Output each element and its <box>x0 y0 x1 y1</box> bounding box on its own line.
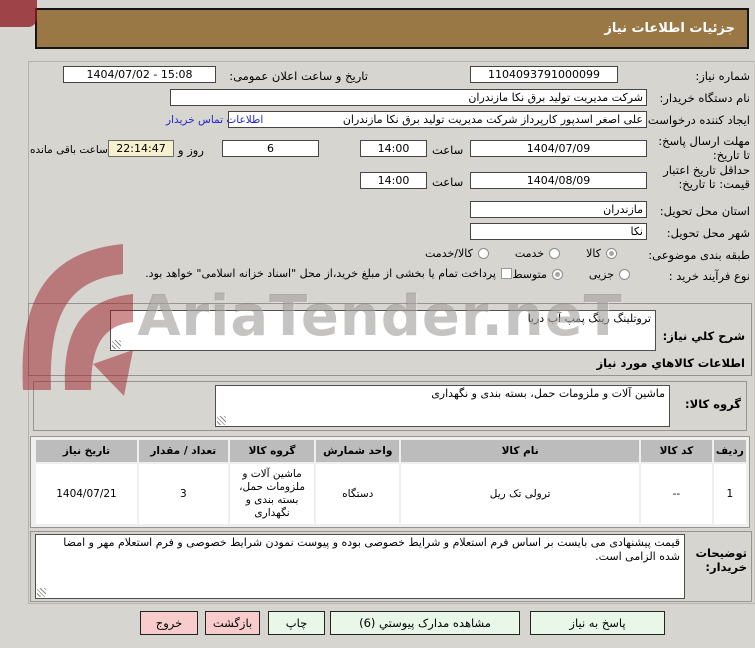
col-item-name: نام کالا <box>401 440 640 462</box>
radio-goods-label: کالا <box>586 247 601 260</box>
classification-option-service: خدمت <box>514 247 561 260</box>
radio-medium[interactable] <box>551 269 563 280</box>
process-type-label: نوع فرآیند خرید : <box>668 269 750 283</box>
col-quantity: تعداد / مقدار <box>138 440 228 462</box>
radio-minor-label: جزیی <box>588 268 614 281</box>
goods-table: ردیف کد کالا نام کالا واحد شمارش گروه کا… <box>34 438 748 526</box>
reply-deadline-date-field[interactable]: 1404/07/09 <box>470 140 647 157</box>
remaining-time-badge: 22:14:47 <box>108 140 174 157</box>
public-announce-label: تاریخ و ساعت اعلان عمومی: <box>229 69 368 83</box>
classification-option-goods-service: کالا/خدمت <box>425 247 489 260</box>
buyer-org-label: نام دستگاه خریدار: <box>659 91 750 105</box>
city-field[interactable]: نکا <box>470 223 647 240</box>
page-title: جزئیات اطلاعات نیاز <box>35 8 749 49</box>
process-option-medium: متوسط <box>512 268 563 281</box>
goods-section-title: اطلاعات کالاهاي مورد نیاز <box>596 356 745 370</box>
price-validity-time-label: ساعت <box>432 175 464 189</box>
need-description-textarea[interactable]: تروتلینگ رینگ پمپ آب دریا <box>110 310 656 351</box>
cell-unit: دستگاه <box>316 464 400 524</box>
buyer-notes-textarea[interactable]: قیمت پیشنهادی می بایست بر اساس فرم استعل… <box>35 534 685 599</box>
classification-label: طبقه بندی موضوعی: <box>648 248 750 262</box>
print-button[interactable]: چاپ <box>268 611 325 635</box>
price-validity-date-field[interactable]: 1404/08/09 <box>470 172 647 189</box>
goods-group-value: ماشین آلات و ملزومات حمل، بسته بندی و نگ… <box>431 387 665 400</box>
price-validity-time-field[interactable]: 14:00 <box>360 172 427 189</box>
request-creator-label: ایجاد کننده درخواست: <box>644 113 750 127</box>
cell-item-group: ماشین آلات و ملزومات حمل، بسته بندی و نگ… <box>229 464 315 524</box>
back-button[interactable]: بازگشت <box>205 611 260 635</box>
radio-minor[interactable] <box>619 269 630 280</box>
resize-grip-icon[interactable] <box>37 588 46 597</box>
col-need-date: تاریخ نیاز <box>36 440 137 462</box>
radio-goods-service[interactable] <box>477 248 489 259</box>
goods-table-container: ردیف کد کالا نام کالا واحد شمارش گروه کا… <box>30 436 750 528</box>
request-creator-field[interactable]: علی اصغر اسدپور کارپرداز شرکت مدیریت تول… <box>228 111 647 128</box>
col-item-code: کد کالا <box>641 440 712 462</box>
table-row: 1 -- ترولی تک ریل دستگاه ماشین آلات و مل… <box>36 464 746 524</box>
need-details-page: AriaTender.neT جزئیات اطلاعات نیاز شماره… <box>0 0 755 648</box>
public-announce-field[interactable]: 1404/07/02 - 15:08 <box>63 66 216 83</box>
radio-service[interactable] <box>549 248 561 259</box>
watermark-logo-corner <box>0 0 37 27</box>
cell-quantity: 3 <box>138 464 228 524</box>
province-field[interactable]: مازندران <box>470 201 647 218</box>
cell-item-name: ترولی تک ریل <box>401 464 640 524</box>
buyer-contact-link[interactable]: اطلاعات تماس خریدار <box>166 114 263 126</box>
classification-option-goods: کالا <box>586 247 617 260</box>
goods-table-header-row: ردیف کد کالا نام کالا واحد شمارش گروه کا… <box>36 440 746 462</box>
buyer-org-field[interactable]: شرکت مدیریت تولید برق نکا مازندران <box>170 89 647 106</box>
cell-row-number: 1 <box>713 464 746 524</box>
need-number-label: شماره نیاز: <box>695 69 750 83</box>
reply-to-need-button[interactable]: پاسخ به نیاز <box>530 611 665 635</box>
view-attachments-button[interactable]: مشاهده مدارک پیوستي (6) <box>330 611 520 635</box>
radio-goods-service-label: کالا/خدمت <box>425 247 473 260</box>
remaining-time-label: ساعت باقی مانده <box>30 144 108 156</box>
reply-deadline-time-label: ساعت <box>432 143 464 157</box>
treasury-checkbox-label: پرداخت تمام یا بخشی از مبلغ خرید،از محل … <box>145 267 496 280</box>
reply-deadline-label: مهلت ارسال پاسخ: تا تاریخ: <box>658 134 750 162</box>
radio-medium-label: متوسط <box>512 268 547 281</box>
price-validity-label: حداقل تاریخ اعتبار قیمت: تا تاریخ: <box>663 163 750 191</box>
need-description-label: شرح كلي نياز: <box>662 329 745 343</box>
exit-button[interactable]: خروج <box>140 611 198 635</box>
treasury-checkbox[interactable] <box>501 268 512 279</box>
cell-need-date: 1404/07/21 <box>36 464 137 524</box>
buyer-notes-value: قیمت پیشنهادی می بایست بر اساس فرم استعل… <box>63 536 680 563</box>
city-label: شهر محل تحویل: <box>666 226 750 240</box>
need-description-value: تروتلینگ رینگ پمپ آب دریا <box>527 312 651 325</box>
reply-deadline-time-field[interactable]: 14:00 <box>360 140 427 157</box>
goods-group-textarea[interactable]: ماشین آلات و ملزومات حمل، بسته بندی و نگ… <box>215 385 670 427</box>
goods-group-label: گروه کالا: <box>685 397 741 411</box>
process-type-options: جزیی متوسط <box>512 268 630 281</box>
radio-service-label: خدمت <box>514 247 545 260</box>
resize-grip-icon[interactable] <box>112 340 121 349</box>
need-number-field[interactable]: 1104093791000099 <box>470 66 618 83</box>
process-option-minor: جزیی <box>589 268 630 281</box>
col-item-group: گروه کالا <box>229 440 315 462</box>
remaining-days-label: روز و <box>178 143 204 157</box>
radio-goods[interactable] <box>606 248 617 259</box>
province-label: استان محل تحویل: <box>659 204 750 218</box>
buyer-notes-label: توضیحات خریدار: <box>695 546 748 574</box>
resize-grip-icon[interactable] <box>217 416 226 425</box>
treasury-checkbox-block: پرداخت تمام یا بخشی از مبلغ خرید،از محل … <box>30 267 512 282</box>
remaining-days-field[interactable]: 6 <box>222 140 319 157</box>
cell-item-code: -- <box>641 464 712 524</box>
col-row-number: ردیف <box>713 440 746 462</box>
col-unit: واحد شمارش <box>316 440 400 462</box>
classification-options: کالا خدمت کالا/خدمت <box>425 247 617 260</box>
